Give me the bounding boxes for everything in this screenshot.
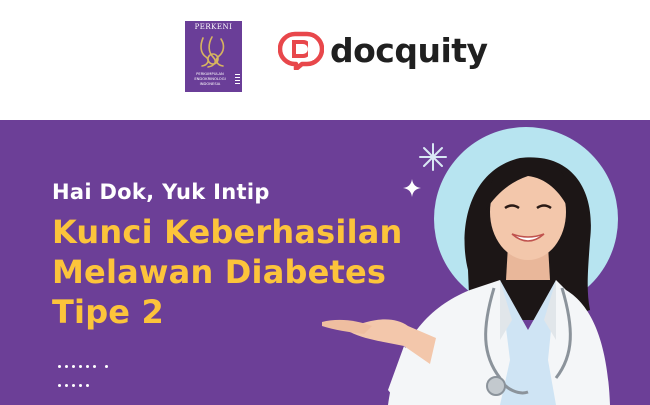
headline-line: Melawan Diabetes — [52, 253, 387, 291]
perkeni-logo: PERKENI PERKUMPULAN ENDOKRINOLOGI INDONE… — [185, 21, 242, 92]
perkeni-logo-name: PERKENI — [194, 23, 233, 31]
sparkle-small-icon — [403, 179, 421, 197]
decorative-dot-grid — [58, 356, 116, 394]
speech-bubble-d-icon — [278, 31, 324, 70]
banner-intro-text: Hai Dok, Yuk Intip — [52, 180, 270, 204]
perkeni-emblem-icon — [200, 36, 225, 68]
perkeni-logo-bars — [235, 74, 240, 86]
headline-line: Tipe 2 — [52, 293, 165, 331]
banner-headline: Kunci Keberhasilan Melawan Diabetes Tipe… — [52, 212, 432, 332]
logo-bar: PERKENI PERKUMPULAN ENDOKRINOLOGI INDONE… — [0, 0, 650, 120]
docquity-logo-text: docquity — [330, 30, 488, 70]
headline-line: Kunci Keberhasilan — [52, 213, 403, 251]
docquity-logo: docquity — [278, 30, 488, 70]
sparkle-large-icon — [419, 143, 447, 171]
perkeni-logo-subtitle: PERKUMPULAN ENDOKRINOLOGI INDONESIA — [194, 72, 226, 86]
